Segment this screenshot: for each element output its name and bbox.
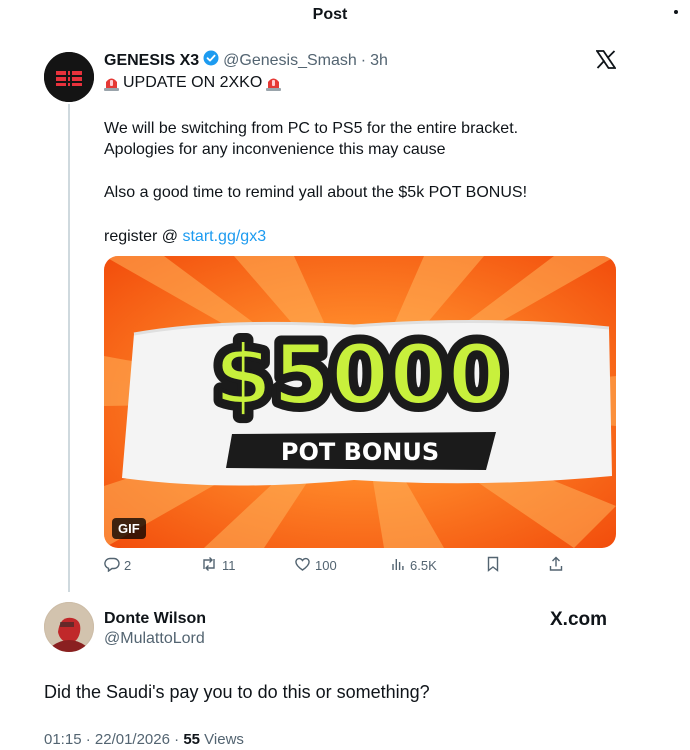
heart-icon [294, 556, 311, 575]
reply-author-handle[interactable]: @MulattoLord [104, 630, 205, 648]
post-body-line: Also a good time to remind yall about th… [104, 184, 528, 201]
post-body-line: Apologies for any inconvenience this may… [104, 141, 446, 158]
siren-emoji-icon [266, 75, 282, 91]
register-line: register @ start.gg/gx3 [104, 226, 266, 248]
like-count: 100 [315, 558, 337, 573]
media-sub-text: POT BONUS [281, 438, 439, 466]
reply-author-name[interactable]: Donte Wilson [104, 610, 206, 628]
reply-icon [104, 556, 120, 575]
thread-line [68, 104, 70, 592]
separator-dot: · [174, 731, 180, 748]
post-author-row: GENESIS X3 @Genesis_Smash · 3h [104, 50, 388, 71]
siren-emoji-icon [104, 75, 119, 91]
reply-date[interactable]: 22/01/2026 [95, 731, 170, 748]
separator-dot: · [85, 731, 91, 748]
post-title-line: UPDATE ON 2XKO [104, 74, 282, 92]
register-prefix: register @ [104, 228, 183, 245]
post-time[interactable]: 3h [370, 52, 388, 70]
register-link[interactable]: start.gg/gx3 [182, 228, 266, 245]
reply-meta: 01:15 · 22/01/2026 · 55 Views [44, 731, 244, 748]
views-count: 6.5K [410, 558, 437, 573]
gif-badge: GIF [112, 518, 146, 539]
post-title-text: UPDATE ON 2XKO [123, 74, 263, 91]
post-media-gif[interactable]: $5000 $5000 POT BONUS [104, 256, 616, 548]
more-dot-icon[interactable] [674, 10, 678, 14]
x-logo-icon[interactable] [595, 50, 617, 74]
media-big-text: $5000 [214, 326, 506, 424]
reply-count: 2 [124, 558, 132, 573]
reply-button[interactable]: 2 [104, 556, 131, 575]
share-button[interactable] [548, 556, 564, 575]
like-button[interactable]: 100 [294, 556, 337, 575]
avatar[interactable] [44, 52, 94, 102]
repost-icon [200, 556, 218, 575]
views-chart-icon [390, 556, 406, 575]
post-body-line: We will be switching from PC to PS5 for … [104, 120, 519, 137]
views-button[interactable]: 6.5K [390, 556, 437, 575]
bookmark-icon [486, 556, 500, 575]
avatar[interactable] [44, 602, 94, 652]
repost-button[interactable]: 11 [200, 556, 236, 575]
repost-count: 11 [222, 558, 236, 573]
share-icon [548, 556, 564, 575]
bookmark-button[interactable] [486, 556, 500, 575]
verified-badge-icon [203, 50, 219, 71]
reply-views-label: Views [204, 731, 244, 748]
reply-time[interactable]: 01:15 [44, 731, 82, 748]
author-name[interactable]: GENESIS X3 [104, 52, 199, 70]
reply-text: Did the Saudi's pay you to do this or so… [44, 682, 430, 702]
page-title: Post [312, 6, 348, 23]
author-handle[interactable]: @Genesis_Smash [223, 52, 357, 70]
reply-views-count: 55 [183, 731, 200, 748]
x-com-watermark: X.com [550, 609, 608, 630]
post-actions: 2 11 100 6.5K [104, 556, 574, 576]
separator-dot: · [360, 51, 367, 69]
